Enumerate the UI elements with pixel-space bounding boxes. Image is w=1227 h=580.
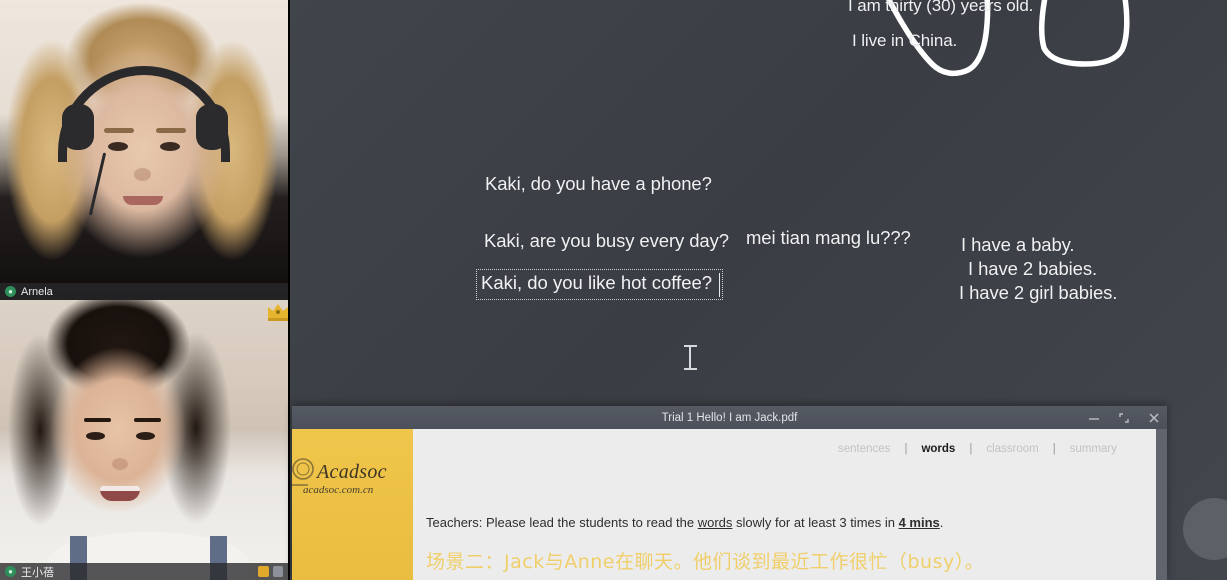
whiteboard-text-phone-question[interactable]: Kaki, do you have a phone? (485, 173, 712, 195)
teacher-name: Arnela (21, 285, 53, 298)
pdf-page[interactable]: Acadsoc acadsoc.com.cn sentences | words… (292, 429, 1156, 580)
whiteboard-text-baby-1[interactable]: I have a baby. (961, 234, 1075, 256)
text-caret (719, 273, 720, 297)
pdf-window-title: Trial 1 Hello! I am Jack.pdf (661, 411, 798, 424)
selected-textbox-text[interactable]: Kaki, do you like hot coffee? (481, 272, 712, 294)
instruction-prefix: Teachers: Please lead the students to re… (426, 515, 698, 530)
window-controls (1087, 406, 1161, 429)
microphone-icon: ● (5, 566, 16, 577)
app-root: I am thirty (30) years old. I live in Ch… (0, 0, 1227, 580)
pdf-window-body: Acadsoc acadsoc.com.cn sentences | words… (292, 429, 1167, 580)
whiteboard-text-baby-2[interactable]: I have 2 babies. (968, 258, 1097, 280)
tab-summary[interactable]: summary (1056, 443, 1131, 455)
whiteboard-text-location[interactable]: I live in China. (852, 31, 957, 51)
star-badge-icon[interactable] (258, 566, 269, 577)
headset-earcup-left (62, 104, 94, 150)
brand-sidebar: Acadsoc acadsoc.com.cn (292, 429, 413, 580)
pdf-window-titlebar[interactable]: Trial 1 Hello! I am Jack.pdf (292, 406, 1167, 429)
minimize-icon[interactable] (1087, 411, 1101, 425)
teacher-video-tile[interactable] (0, 0, 288, 300)
instruction-keyword-words: words (697, 515, 733, 530)
headset-earcup-right (196, 104, 228, 150)
brand-name: Acadsoc (317, 461, 387, 483)
brand-url: acadsoc.com.cn (303, 484, 374, 496)
teacher-nametag: ● Arnela (0, 283, 288, 300)
student-video-tile[interactable] (0, 300, 288, 580)
microphone-icon: ● (5, 286, 16, 297)
teacher-video-feed (0, 0, 288, 300)
whiteboard-text-pinyin-note[interactable]: mei tian mang lu??? (746, 227, 911, 249)
student-tag-badges[interactable] (258, 566, 288, 577)
teacher-instruction-text: Teachers: Please lead the students to re… (426, 515, 943, 530)
maximize-icon[interactable] (1117, 411, 1131, 425)
instruction-middle: slowly for at least 3 times in (732, 515, 899, 530)
video-panel: ● Arnela ● 王小蓓 (0, 0, 290, 580)
pdf-vertical-scrollbar[interactable] (1156, 429, 1167, 580)
student-nametag: ● 王小蓓 (0, 563, 288, 580)
whiteboard-text-age[interactable]: I am thirty (30) years old. (848, 0, 1033, 16)
tab-words[interactable]: words (907, 443, 969, 455)
pdf-section-tabs[interactable]: sentences | words | classroom | summary (824, 443, 1131, 455)
settings-badge-icon[interactable] (273, 566, 283, 577)
instruction-keyword-time: 4 mins (898, 515, 940, 530)
student-video-feed (0, 300, 288, 580)
scenario-chinese-line-2: 需要热（hot）咖啡提神。这时候，电话（phone）响了。 (426, 576, 930, 580)
scenario-chinese-line-1: 场景二：Jack与Anne在聊天。他们谈到最近工作很忙（busy）。 (426, 551, 985, 573)
student-name: 王小蓓 (21, 566, 54, 579)
crown-icon (268, 304, 288, 321)
floating-round-tool-button[interactable] (1183, 498, 1227, 560)
pdf-viewer-window[interactable]: Trial 1 Hello! I am Jack.pdf Acadsoc aca… (292, 406, 1167, 580)
tab-sentences[interactable]: sentences (824, 443, 904, 455)
close-icon[interactable] (1147, 411, 1161, 425)
whiteboard-text-busy-question[interactable]: Kaki, are you busy every day? (484, 230, 729, 252)
instruction-suffix: . (939, 515, 944, 530)
tab-classroom[interactable]: classroom (972, 443, 1052, 455)
whiteboard-text-baby-3[interactable]: I have 2 girl babies. (959, 282, 1117, 304)
ibeam-cursor (683, 345, 697, 371)
